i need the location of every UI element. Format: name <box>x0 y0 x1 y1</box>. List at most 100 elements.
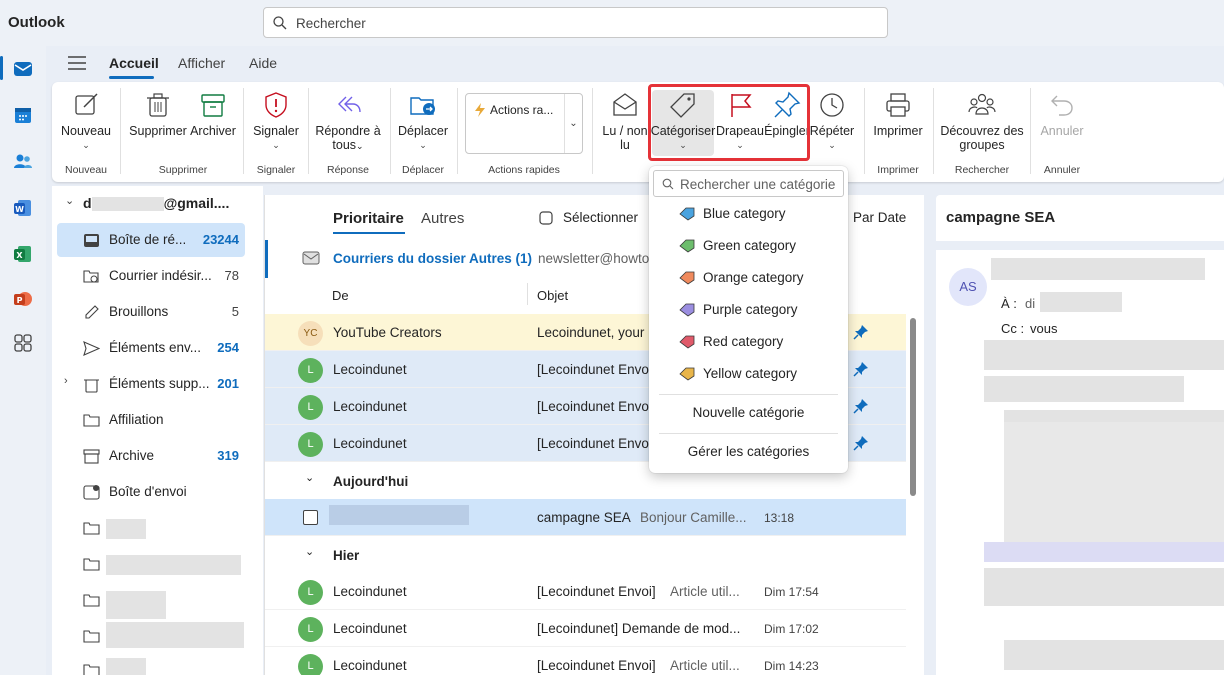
signaler-button[interactable]: Signaler ⌄ <box>248 90 304 151</box>
group-header-yesterday[interactable]: ⌄ Hier <box>265 536 906 573</box>
avatar: L <box>298 358 323 383</box>
supprimer-label: Supprimer <box>129 124 187 138</box>
tab-autres[interactable]: Autres <box>421 210 464 227</box>
redacted-block <box>106 591 166 619</box>
sort-button[interactable]: Par Date <box>853 210 906 225</box>
column-header-from[interactable]: De <box>332 288 349 303</box>
group-nouveau-label: Nouveau <box>64 164 108 176</box>
imprimer-button[interactable]: Imprimer <box>870 90 926 138</box>
folder-icon <box>83 664 100 675</box>
folder-affiliation[interactable]: Affiliation <box>57 403 245 437</box>
account-suffix: @gmail.... <box>163 195 230 211</box>
tab-prioritaire[interactable]: Prioritaire <box>333 210 404 227</box>
message-row-selected[interactable]: campagne SEA Bonjour Camille... 13:18 <box>265 499 906 536</box>
chevron-down-icon: ⌄ <box>272 140 280 150</box>
manage-categories-button[interactable]: Gérer les catégories <box>649 444 848 459</box>
chevron-down-icon[interactable]: ⌄ <box>65 194 74 207</box>
tab-afficher[interactable]: Afficher <box>178 55 225 71</box>
calendar-app-icon[interactable] <box>12 104 34 126</box>
pin-icon[interactable] <box>853 324 869 340</box>
compose-icon <box>75 93 98 115</box>
excel-app-icon[interactable]: X <box>12 243 34 265</box>
archiver-button[interactable]: Archiver <box>188 90 238 138</box>
category-item-orange[interactable]: Orange category <box>649 262 848 294</box>
chevron-down-icon: ⌄ <box>82 140 90 150</box>
select-button[interactable]: Sélectionner <box>563 210 638 225</box>
group-label: Aujourd'hui <box>333 474 409 489</box>
message-preview: Article util... <box>670 584 740 599</box>
reading-pane: AS À : di Cc : vous <box>936 250 1224 675</box>
category-item-blue[interactable]: Blue category <box>649 198 848 230</box>
folder-deleted[interactable]: › Éléments supp... 201 <box>57 367 245 401</box>
category-item-yellow[interactable]: Yellow category <box>649 358 848 390</box>
annuler-button[interactable]: Annuler <box>1034 90 1090 138</box>
powerpoint-app-icon[interactable]: P <box>12 288 34 310</box>
redacted-block <box>984 542 1224 562</box>
people-app-icon[interactable] <box>12 150 34 172</box>
pin-icon[interactable] <box>853 361 869 377</box>
category-menu: Rechercher une catégorie Blue category G… <box>649 166 848 473</box>
folder-drafts[interactable]: Brouillons 5 <box>57 295 245 329</box>
lu-non-lu-button[interactable]: Lu / non lu <box>600 90 650 152</box>
mail-app-icon[interactable] <box>12 58 34 80</box>
folder-icon <box>83 630 100 643</box>
tab-accueil[interactable]: Accueil <box>109 55 159 71</box>
to-label: À : <box>1001 296 1017 311</box>
pin-icon[interactable] <box>853 435 869 451</box>
actions-rapides-dropdown[interactable]: ⌄ <box>564 94 582 153</box>
new-category-button[interactable]: Nouvelle catégorie <box>649 405 848 420</box>
folder-inbox[interactable]: Boîte de ré... 23244 <box>57 223 245 257</box>
cc-value: vous <box>1030 321 1058 336</box>
account-name[interactable]: d @gmail.... <box>83 195 230 212</box>
folder-label: Boîte de ré... <box>109 232 187 247</box>
app-title: Outlook <box>8 14 65 31</box>
folder-label: Brouillons <box>109 304 169 319</box>
folder-junk[interactable]: Courrier indésir... 78 <box>57 259 245 293</box>
divider <box>390 88 391 174</box>
supprimer-button[interactable]: Supprimer <box>128 90 188 138</box>
repeter-button[interactable]: Répéter ⌄ <box>808 90 856 151</box>
folder-outbox[interactable]: Boîte d'envoi <box>57 475 245 509</box>
more-apps-icon[interactable] <box>12 332 34 354</box>
actions-rapides-box[interactable]: Actions ra... ⌄ <box>465 93 583 154</box>
row-checkbox[interactable] <box>303 510 318 525</box>
divider <box>120 88 121 174</box>
imprimer-label: Imprimer <box>873 124 923 138</box>
message-date: 13:18 <box>764 511 795 525</box>
redacted-block <box>329 505 469 525</box>
svg-text:X: X <box>16 251 23 260</box>
tab-aide[interactable]: Aide <box>249 55 277 71</box>
redacted-block <box>984 568 1224 606</box>
folder-label: Affiliation <box>109 412 164 427</box>
rail-active-indicator <box>0 56 3 80</box>
message-row[interactable]: L Lecoindunet [Lecoindunet Envoi] Articl… <box>265 573 906 610</box>
category-search-input[interactable]: Rechercher une catégorie <box>653 170 844 197</box>
search-box[interactable]: Rechercher <box>263 7 888 38</box>
nouveau-button[interactable]: Nouveau ⌄ <box>58 90 114 151</box>
decouvrez-groupes-button[interactable]: Découvrez des groupes <box>937 90 1027 152</box>
search-placeholder: Rechercher <box>296 16 366 31</box>
repondre-tous-button[interactable]: Répondre à tous⌄ <box>312 90 384 152</box>
column-header-subject[interactable]: Objet <box>537 288 568 303</box>
pin-icon[interactable] <box>853 398 869 414</box>
menu-icon[interactable] <box>68 56 86 70</box>
scrollbar[interactable] <box>910 318 916 496</box>
message-subject: [Lecoindunet Envoi] <box>537 658 656 673</box>
category-item-red[interactable]: Red category <box>649 326 848 358</box>
clock-icon <box>820 93 844 117</box>
word-app-icon[interactable]: W <box>12 197 34 219</box>
redacted-block <box>106 555 241 575</box>
category-item-purple[interactable]: Purple category <box>649 294 848 326</box>
decouvrez-label: Découvrez des <box>940 124 1024 138</box>
deplacer-button[interactable]: Déplacer ⌄ <box>394 90 452 151</box>
groups-icon <box>968 93 996 115</box>
chevron-right-icon[interactable]: › <box>64 375 68 387</box>
category-item-green[interactable]: Green category <box>649 230 848 262</box>
message-row[interactable]: L Lecoindunet [Lecoindunet Envoi] Articl… <box>265 647 906 675</box>
folder-archive[interactable]: Archive 319 <box>57 439 245 473</box>
redacted-block <box>91 197 164 212</box>
folder-sent[interactable]: Éléments env... 254 <box>57 331 245 365</box>
to-value: di <box>1025 296 1036 311</box>
message-row[interactable]: L Lecoindunet [Lecoindunet] Demande de m… <box>265 610 906 647</box>
category-search-placeholder: Rechercher une catégorie <box>680 177 836 192</box>
